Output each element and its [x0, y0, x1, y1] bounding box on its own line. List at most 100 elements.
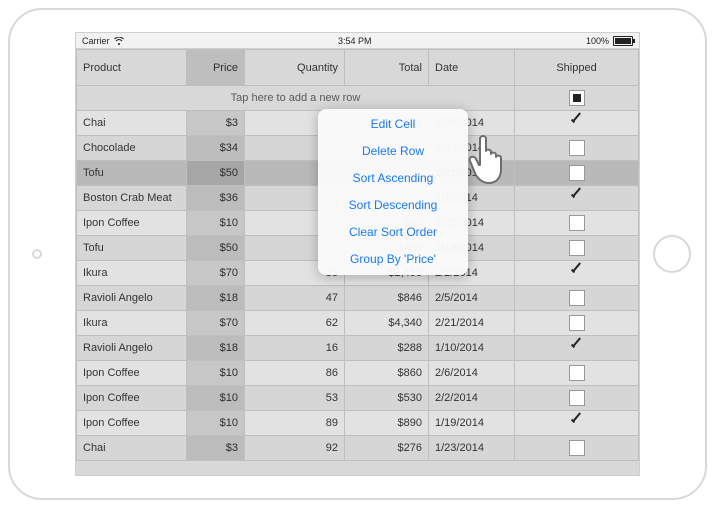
home-button[interactable]: [653, 235, 691, 273]
menu-sort-desc[interactable]: Sort Descending: [318, 192, 468, 219]
table-row[interactable]: Ipon Coffee$1089$8901/19/2014: [77, 411, 639, 436]
cell-shipped[interactable]: [515, 186, 639, 211]
cell-price[interactable]: $34: [187, 136, 245, 161]
cell-price[interactable]: $18: [187, 336, 245, 361]
checkbox-empty[interactable]: [569, 140, 585, 156]
cell-quantity[interactable]: 89: [245, 411, 345, 436]
table-row[interactable]: Ikura$7062$4,3402/21/2014: [77, 311, 639, 336]
cell-shipped[interactable]: [515, 286, 639, 311]
cell-price[interactable]: $10: [187, 211, 245, 236]
table-row[interactable]: Ravioli Angelo$1847$8462/5/2014: [77, 286, 639, 311]
cell-product[interactable]: Ipon Coffee: [77, 361, 187, 386]
col-quantity[interactable]: Quantity: [245, 50, 345, 86]
cell-total[interactable]: $530: [345, 386, 429, 411]
col-date[interactable]: Date: [429, 50, 515, 86]
cell-product[interactable]: Ikura: [77, 261, 187, 286]
cell-shipped[interactable]: [515, 386, 639, 411]
checkbox-empty[interactable]: [569, 165, 585, 181]
add-row-label[interactable]: Tap here to add a new row: [77, 86, 515, 111]
table-row[interactable]: Ipon Coffee$1053$5302/2/2014: [77, 386, 639, 411]
table-row[interactable]: Ravioli Angelo$1816$2881/10/2014: [77, 336, 639, 361]
cell-product[interactable]: Chocolade: [77, 136, 187, 161]
cell-shipped[interactable]: [515, 136, 639, 161]
cell-quantity[interactable]: 16: [245, 336, 345, 361]
cell-quantity[interactable]: 92: [245, 436, 345, 461]
cell-shipped[interactable]: [515, 361, 639, 386]
menu-clear-sort[interactable]: Clear Sort Order: [318, 219, 468, 246]
cell-date[interactable]: 2/21/2014: [429, 311, 515, 336]
header-shipped-checkbox[interactable]: [515, 86, 639, 111]
cell-date[interactable]: 1/23/2014: [429, 436, 515, 461]
cell-quantity[interactable]: 86: [245, 361, 345, 386]
checkbox-empty[interactable]: [569, 315, 585, 331]
cell-price[interactable]: $10: [187, 411, 245, 436]
cell-date[interactable]: 1/10/2014: [429, 336, 515, 361]
checkbox-empty[interactable]: [569, 365, 585, 381]
cell-price[interactable]: $18: [187, 286, 245, 311]
cell-price[interactable]: $3: [187, 436, 245, 461]
cell-total[interactable]: $860: [345, 361, 429, 386]
cell-total[interactable]: $276: [345, 436, 429, 461]
data-grid[interactable]: Product Price Quantity Total Date Shippe…: [76, 49, 639, 461]
cell-shipped[interactable]: [515, 261, 639, 286]
cell-quantity[interactable]: 62: [245, 311, 345, 336]
col-shipped[interactable]: Shipped: [515, 50, 639, 86]
cell-product[interactable]: Ravioli Angelo: [77, 286, 187, 311]
cell-price[interactable]: $70: [187, 261, 245, 286]
col-price[interactable]: Price: [187, 50, 245, 86]
cell-product[interactable]: Chai: [77, 111, 187, 136]
cell-shipped[interactable]: [515, 436, 639, 461]
screen: Carrier 3:54 PM 100%: [75, 32, 640, 476]
cell-product[interactable]: Chai: [77, 436, 187, 461]
checkbox-empty[interactable]: [569, 240, 585, 256]
cell-shipped[interactable]: [515, 161, 639, 186]
cell-price[interactable]: $10: [187, 361, 245, 386]
col-total[interactable]: Total: [345, 50, 429, 86]
cell-total[interactable]: $846: [345, 286, 429, 311]
menu-delete-row[interactable]: Delete Row: [318, 138, 468, 165]
cell-quantity[interactable]: 47: [245, 286, 345, 311]
cell-product[interactable]: Ipon Coffee: [77, 386, 187, 411]
cell-shipped[interactable]: [515, 336, 639, 361]
cell-total[interactable]: $288: [345, 336, 429, 361]
menu-sort-asc[interactable]: Sort Ascending: [318, 165, 468, 192]
cell-shipped[interactable]: [515, 111, 639, 136]
cell-price[interactable]: $10: [187, 386, 245, 411]
cell-shipped[interactable]: [515, 236, 639, 261]
wifi-icon: [114, 37, 124, 45]
cell-product[interactable]: Ravioli Angelo: [77, 336, 187, 361]
cell-date[interactable]: 2/2/2014: [429, 386, 515, 411]
checkbox-empty[interactable]: [569, 215, 585, 231]
table-row[interactable]: Ipon Coffee$1086$8602/6/2014: [77, 361, 639, 386]
checkbox-empty[interactable]: [569, 290, 585, 306]
cell-product[interactable]: Ikura: [77, 311, 187, 336]
menu-group-by[interactable]: Group By 'Price': [318, 246, 468, 273]
cell-date[interactable]: 2/6/2014: [429, 361, 515, 386]
cell-price[interactable]: $50: [187, 236, 245, 261]
cell-price[interactable]: $50: [187, 161, 245, 186]
cell-product[interactable]: Tofu: [77, 161, 187, 186]
cell-product[interactable]: Ipon Coffee: [77, 211, 187, 236]
header-row[interactable]: Product Price Quantity Total Date Shippe…: [77, 50, 639, 86]
cell-total[interactable]: $4,340: [345, 311, 429, 336]
cell-price[interactable]: $70: [187, 311, 245, 336]
cell-shipped[interactable]: [515, 211, 639, 236]
cell-total[interactable]: $890: [345, 411, 429, 436]
cell-price[interactable]: $3: [187, 111, 245, 136]
menu-edit-cell[interactable]: Edit Cell: [318, 111, 468, 138]
checkbox-empty[interactable]: [569, 390, 585, 406]
cell-shipped[interactable]: [515, 311, 639, 336]
cell-shipped[interactable]: [515, 411, 639, 436]
cell-product[interactable]: Ipon Coffee: [77, 411, 187, 436]
cell-date[interactable]: 2/5/2014: [429, 286, 515, 311]
col-product[interactable]: Product: [77, 50, 187, 86]
cell-price[interactable]: $36: [187, 186, 245, 211]
cell-date[interactable]: 1/19/2014: [429, 411, 515, 436]
cell-product[interactable]: Boston Crab Meat: [77, 186, 187, 211]
cell-product[interactable]: Tofu: [77, 236, 187, 261]
table-row[interactable]: Chai$392$2761/23/2014: [77, 436, 639, 461]
checkbox-empty[interactable]: [569, 440, 585, 456]
context-menu[interactable]: Edit Cell Delete Row Sort Ascending Sort…: [318, 109, 468, 275]
add-row[interactable]: Tap here to add a new row: [77, 86, 639, 111]
cell-quantity[interactable]: 53: [245, 386, 345, 411]
